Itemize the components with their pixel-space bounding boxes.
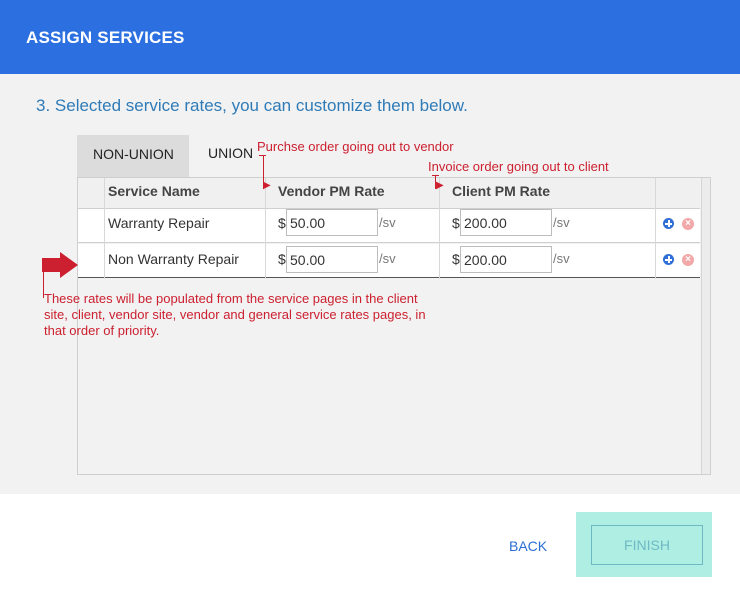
currency-symbol: $ (452, 251, 460, 267)
arrow-right-icon: ▶ (263, 180, 271, 191)
client-rate-input[interactable] (460, 246, 552, 273)
column-header-client-rate: Client PM Rate (452, 183, 551, 199)
remove-circle-icon[interactable]: × (682, 254, 694, 266)
service-name-cell: Non Warranty Repair (108, 251, 239, 267)
column-divider (655, 178, 656, 279)
priority-annotation-line-1: These rates will be populated from the s… (44, 291, 418, 306)
plus-circle-icon[interactable] (663, 218, 674, 229)
column-divider (439, 178, 440, 279)
tab-union-label: UNION (208, 145, 254, 161)
tab-non-union-label: NON-UNION (93, 146, 174, 162)
tab-union[interactable]: UNION (195, 135, 265, 178)
rate-unit: /sv (553, 215, 570, 230)
vendor-rate-input[interactable] (286, 246, 378, 273)
remove-circle-icon[interactable]: × (682, 218, 694, 230)
rate-unit: /sv (379, 215, 396, 230)
priority-annotation-line-3: that order of priority. (44, 323, 160, 338)
priority-annotation-line-2: site, client, vendor site, vendor and ge… (44, 307, 426, 322)
rate-unit: /sv (379, 251, 396, 266)
dialog-title: ASSIGN SERVICES (26, 28, 185, 47)
back-button[interactable]: BACK (509, 538, 547, 554)
rate-unit: /sv (553, 251, 570, 266)
arrow-right-icon: ▶ (436, 180, 444, 191)
vendor-rate-annotation: Purchse order going out to vendor (257, 139, 454, 154)
arrow-right-icon (42, 252, 78, 278)
step-title: 3. Selected service rates, you can custo… (36, 96, 468, 115)
finish-button[interactable]: FINISH (591, 525, 703, 565)
vendor-rate-input[interactable] (286, 209, 378, 236)
currency-symbol: $ (452, 215, 460, 231)
column-divider (104, 178, 105, 279)
plus-circle-icon[interactable] (663, 254, 674, 265)
currency-symbol: $ (278, 215, 286, 231)
client-rate-input[interactable] (460, 209, 552, 236)
grid-scrollbar[interactable] (701, 178, 710, 474)
client-rate-annotation: Invoice order going out to client (428, 159, 609, 174)
dialog-header: ASSIGN SERVICES (0, 0, 740, 74)
column-header-service-name: Service Name (108, 183, 200, 199)
service-name-cell: Warranty Repair (108, 215, 210, 231)
tab-non-union[interactable]: NON-UNION (77, 135, 189, 178)
column-divider (265, 178, 266, 279)
column-header-vendor-rate: Vendor PM Rate (278, 183, 385, 199)
currency-symbol: $ (278, 251, 286, 267)
